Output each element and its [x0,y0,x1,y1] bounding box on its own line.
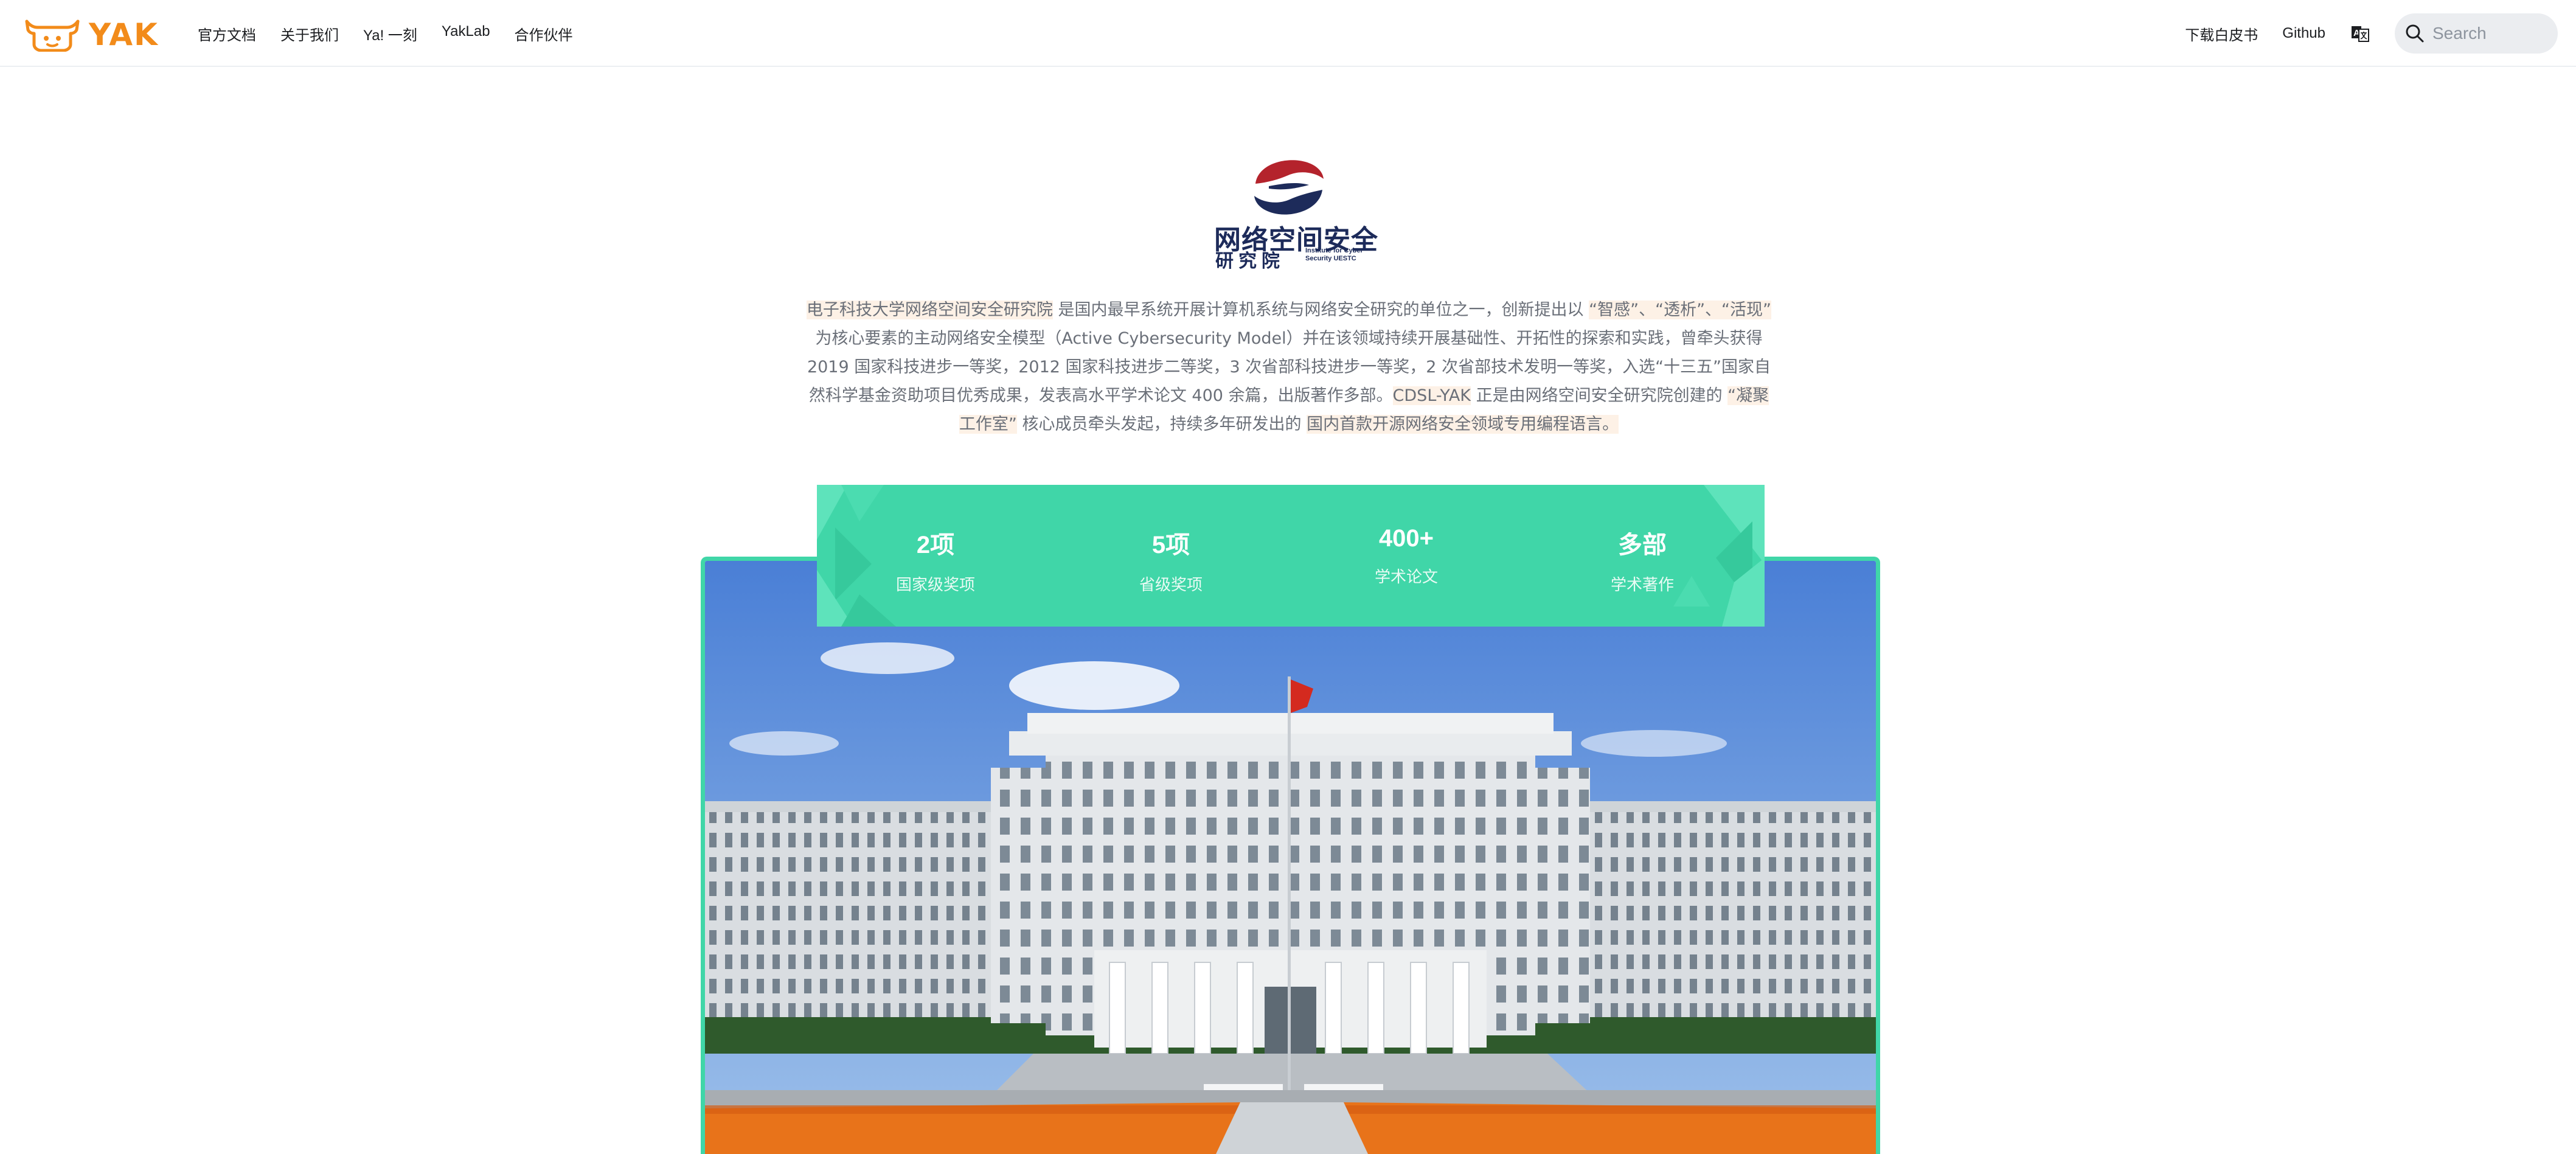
desc-cdsl-yak: CDSL-YAK [1392,386,1471,405]
search-box[interactable] [2395,13,2558,54]
logo-text: YAK [89,17,159,52]
institute-emblem-icon [1252,159,1325,215]
nav-link-about[interactable]: 关于我们 [280,23,339,44]
stat-books: 多部 学术著作 [1563,525,1721,595]
nav-link-github[interactable]: Github [2282,25,2325,42]
stat-value: 多部 [1618,532,1667,558]
search-icon [2406,24,2424,43]
stat-value: 2项 [916,532,955,558]
nav-right-group: 下载白皮书 Github A [2185,12,2558,55]
nav-link-partners[interactable]: 合作伙伴 [515,23,573,44]
stat-value: 400+ [1378,525,1434,552]
main-nav: 官方文档 关于我们 Ya! 一刻 YakLab 合作伙伴 [198,23,597,44]
nav-link-yaklab[interactable]: YakLab [442,23,490,44]
stat-label: 国家级奖项 [895,576,975,594]
stat-label: 省级奖项 [1139,576,1203,594]
language-icon[interactable]: A [2350,23,2370,44]
stats-banner: 2项 国家级奖项 5项 省级奖项 400+ 学术论文 多部 学术著作 [817,485,1765,627]
stat-provincial-awards: 5项 省级奖项 [1092,525,1250,595]
desc-keywords: “智感”、“透析”、“活现” [1589,301,1772,319]
stat-national-awards: 2项 国家级奖项 [856,525,1015,595]
stat-papers: 400+ 学术论文 [1327,525,1485,587]
institute-logo: 网络空间安全 研究院 Institute for Cyber Security … [1214,157,1378,272]
top-navbar: YAK 官方文档 关于我们 Ya! 一刻 YakLab 合作伙伴 下载白皮书 G… [0,0,2576,67]
institute-name-cn-bottom: 研究院 [1215,251,1285,272]
nav-link-ya-moment[interactable]: Ya! 一刻 [363,23,417,44]
desc-language-claim: 国内首款开源网络安全领域专用编程语言 [1307,415,1603,434]
nav-link-whitepaper[interactable]: 下载白皮书 [2185,23,2258,44]
stat-label: 学术著作 [1610,576,1674,594]
yak-head-icon [25,19,80,52]
stat-value: 5项 [1151,532,1190,558]
institute-description: 电子科技大学网络空间安全研究院 是国内最早系统开展计算机系统与网络安全研究的单位… [806,301,1772,434]
search-input[interactable] [2432,24,2548,43]
stat-label: 学术论文 [1374,568,1438,586]
nav-link-docs[interactable]: 官方文档 [198,23,256,44]
desc-institute-name: 电子科技大学网络空间安全研究院 [806,301,1053,319]
institute-name-en: Institute for Cyber Security UESTC [1305,247,1363,262]
yak-logo[interactable]: YAK [24,17,159,52]
campus-building-photo [701,557,1880,1154]
campus-illustration [705,561,1876,1154]
